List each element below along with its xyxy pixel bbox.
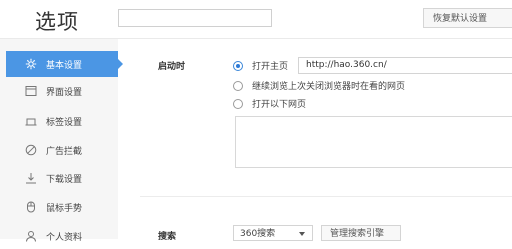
sidebar-item-label: 鼠标手势 bbox=[46, 203, 83, 214]
homepage-url-field[interactable]: http://hao.360.cn/ bbox=[298, 57, 512, 74]
settings-content: 启动时 打开主页 http://hao.360.cn/ 继续浏览上次关闭浏览器时… bbox=[118, 39, 512, 242]
startup-option-homepage[interactable]: 打开主页 bbox=[233, 59, 288, 72]
sidebar-item-basic-settings[interactable]: 基本设置 bbox=[6, 51, 123, 77]
radio-icon[interactable] bbox=[233, 98, 243, 109]
option-label: 打开主页 bbox=[252, 62, 289, 72]
section-divider bbox=[140, 196, 512, 197]
sidebar-item-label: 下载设置 bbox=[46, 174, 83, 185]
radio-checked-icon[interactable] bbox=[233, 60, 243, 71]
sidebar-item-interface-settings[interactable]: 界面设置 bbox=[0, 78, 118, 104]
sidebar-item-label: 广告拦截 bbox=[46, 146, 83, 157]
search-engine-select[interactable]: 360搜索 bbox=[233, 225, 313, 241]
startup-option-restore-session[interactable]: 继续浏览上次关闭浏览器时在看的网页 bbox=[233, 79, 405, 92]
block-icon bbox=[24, 143, 38, 157]
window-icon bbox=[24, 84, 38, 98]
search-label: 搜索 bbox=[158, 232, 177, 242]
sidebar-item-download-settings[interactable]: 下载设置 bbox=[0, 165, 118, 191]
person-icon bbox=[24, 229, 38, 243]
download-icon bbox=[24, 171, 38, 185]
sidebar-item-label: 界面设置 bbox=[46, 87, 83, 98]
startup-label: 启动时 bbox=[158, 62, 186, 72]
manage-search-engines-button[interactable]: 管理搜索引擎 bbox=[321, 225, 401, 241]
tab-icon bbox=[24, 114, 38, 128]
startup-option-open-pages[interactable]: 打开以下网页 bbox=[233, 97, 306, 110]
sidebar-item-label: 标签设置 bbox=[46, 117, 83, 128]
sidebar-item-profile[interactable]: 个人资料 bbox=[0, 223, 118, 249]
options-header: 选项 恢复默认设置 bbox=[0, 0, 512, 39]
page-title: 选项 bbox=[35, 10, 79, 34]
sidebar-item-mouse-gestures[interactable]: 鼠标手势 bbox=[0, 194, 118, 220]
restore-defaults-button[interactable]: 恢复默认设置 bbox=[423, 8, 512, 28]
sidebar-item-label: 个人资料 bbox=[46, 232, 83, 243]
sidebar-item-tab-settings[interactable]: 标签设置 bbox=[0, 108, 118, 134]
search-input[interactable] bbox=[118, 9, 272, 27]
chevron-down-icon bbox=[299, 232, 305, 236]
mouse-icon bbox=[24, 200, 38, 214]
sidebar-item-label: 基本设置 bbox=[46, 60, 83, 71]
option-label: 打开以下网页 bbox=[252, 100, 307, 110]
gear-icon bbox=[24, 57, 38, 71]
radio-icon[interactable] bbox=[233, 80, 243, 91]
startup-pages-textarea[interactable] bbox=[235, 116, 512, 168]
select-value: 360搜索 bbox=[240, 229, 276, 239]
option-label: 继续浏览上次关闭浏览器时在看的网页 bbox=[252, 82, 406, 92]
sidebar: 基本设置 界面设置 标签设置 广告拦截 下载设置 鼠标手势 个人资料 bbox=[0, 39, 123, 243]
sidebar-item-ad-block[interactable]: 广告拦截 bbox=[0, 137, 118, 163]
